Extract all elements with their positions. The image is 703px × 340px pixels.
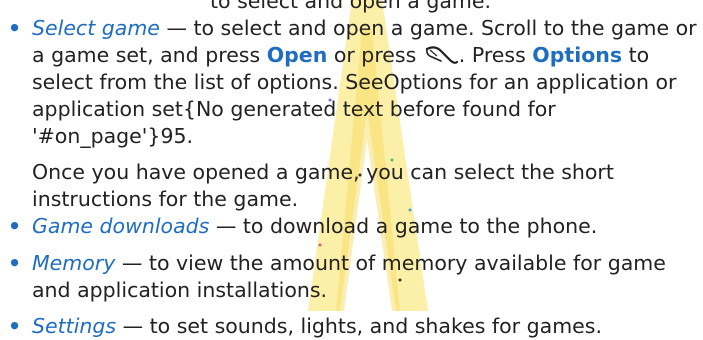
item-text: or press	[327, 43, 423, 67]
manual-content: to select and open a game. • Select game…	[0, 0, 703, 340]
bullet: •	[8, 16, 22, 40]
item-text: — to set sounds, lights, and shakes for …	[116, 314, 602, 338]
list-item-memory: • Memory — to view the amount of memory …	[0, 250, 703, 304]
bullet: •	[8, 214, 22, 238]
item-text: — to download a game to the phone.	[209, 214, 598, 238]
call-key-icon	[423, 43, 459, 67]
top-fragment: to select and open a game.	[210, 0, 492, 13]
term-memory: Memory	[32, 251, 116, 275]
bullet: •	[8, 314, 22, 338]
term-game-downloads: Game downloads	[32, 214, 210, 238]
term-select-game: Select game	[32, 16, 160, 40]
list-item-game-downloads: • Game downloads — to download a game to…	[0, 213, 703, 240]
open-key-label: Open	[266, 43, 328, 67]
term-settings: Settings	[32, 314, 117, 338]
options-key-label: Options	[532, 43, 623, 67]
manual-page: to select and open a game. • Select game…	[0, 0, 703, 338]
list-item-select-game: • Select game — to select and open a gam…	[0, 15, 703, 150]
note-paragraph: Once you have opened a game, you can sel…	[32, 160, 614, 211]
list-item-settings: • Settings — to set sounds, lights, and …	[0, 313, 703, 340]
item-text: — to view the amount of memory available…	[32, 251, 666, 302]
item-text: . Press	[458, 43, 533, 67]
bullet: •	[8, 251, 22, 275]
